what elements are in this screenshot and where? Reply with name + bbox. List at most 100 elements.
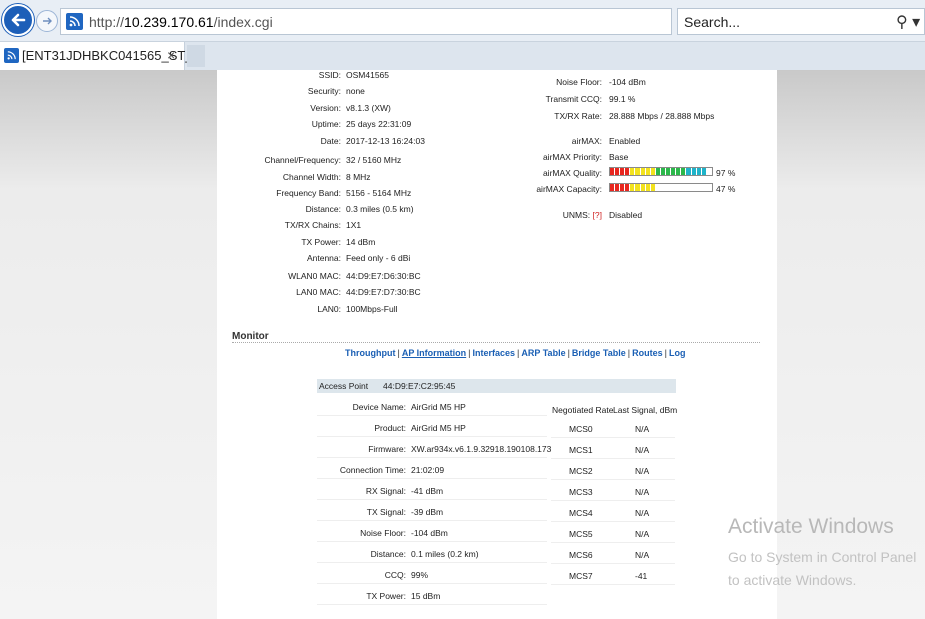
ap-row-label: Distance: — [370, 549, 406, 559]
ap-row-value: -104 dBm — [411, 528, 448, 538]
status-label: TX/RX Chains: — [284, 220, 341, 230]
rate-header-negotiated: Negotiated Rate — [552, 405, 614, 415]
ap-row-label: Device Name: — [352, 402, 406, 412]
activate-windows-title: Activate Windows — [728, 515, 894, 538]
transmit-ccq-label: Transmit CCQ: — [545, 94, 602, 104]
status-value: 44:D9:E7:D6:30:BC — [346, 271, 421, 281]
noise-floor-value: -104 dBm — [609, 77, 646, 87]
monitor-link-log[interactable]: Log — [669, 348, 686, 358]
status-value: 2017-12-13 16:24:03 — [346, 136, 425, 146]
rate-name: MCS4 — [569, 508, 593, 518]
rate-name: MCS5 — [569, 529, 593, 539]
nav-separator: | — [627, 348, 631, 358]
status-label: TX Power: — [301, 237, 341, 247]
rate-signal: N/A — [635, 487, 650, 497]
activate-windows-subtitle: Go to System in Control Panel to activat… — [728, 549, 917, 588]
ap-row-value: 15 dBm — [411, 591, 441, 601]
airmax-priority-label: airMAX Priority: — [542, 152, 602, 162]
airmax-capacity-bar — [609, 183, 713, 192]
status-label: SSID: — [318, 70, 341, 80]
rate-name: MCS1 — [569, 445, 593, 455]
search-icon[interactable]: ⚲ ▾ — [896, 12, 920, 32]
status-content: SSID: OSM41565 Security: none Version: v8.1.3… — [217, 70, 777, 619]
bar-segment — [707, 168, 712, 175]
nav-separator: | — [397, 348, 400, 358]
status-value: 5156 - 5164 MHz — [346, 188, 412, 198]
ap-row-label: Firmware: — [368, 444, 406, 454]
ap-header-label: Access Point — [319, 381, 369, 391]
status-label: WLAN0 MAC: — [288, 271, 341, 281]
ap-row-value: 21:02:09 — [411, 465, 445, 475]
rate-header-signal: Last Signal, dBm — [613, 405, 678, 415]
status-label: Channel Width: — [282, 172, 341, 182]
airmax-quality-label: airMAX Quality: — [542, 168, 602, 178]
status-label: Distance: — [305, 204, 341, 214]
back-arrow-icon — [11, 13, 26, 27]
monitor-title: Monitor — [232, 331, 269, 342]
forward-button[interactable] — [36, 10, 58, 32]
airmax-capacity-value: 47 % — [716, 184, 736, 194]
ap-row-label: TX Power: — [366, 591, 406, 601]
status-value: v8.1.3 (XW) — [346, 103, 391, 113]
status-value: Feed only - 6 dBi — [346, 253, 411, 263]
monitor-link-arp-table[interactable]: ARP Table — [521, 348, 565, 358]
ap-row-label: TX Signal: — [366, 507, 406, 517]
monitor-link-ap-information[interactable]: AP Information — [402, 348, 466, 358]
tab-favicon-icon — [4, 48, 19, 63]
status-label: Security: — [307, 86, 341, 96]
nav-separator: | — [468, 348, 471, 358]
new-tab-button[interactable] — [187, 45, 205, 67]
status-value: 32 / 5160 MHz — [346, 155, 402, 165]
rate-signal: N/A — [635, 508, 650, 518]
url-host: 10.239.170.61 — [124, 14, 214, 30]
status-value: 14 dBm — [346, 237, 376, 247]
status-label: Version: — [310, 103, 341, 113]
rate-name: MCS2 — [569, 466, 593, 476]
airmax-priority-value: Base — [609, 152, 629, 162]
status-value: none — [346, 86, 365, 96]
nav-separator: | — [567, 348, 570, 358]
status-value: 1X1 — [346, 220, 362, 230]
unms-help-link[interactable]: [?] — [593, 210, 602, 220]
url-text: http://10.239.170.61/index.cgi — [89, 14, 273, 30]
rate-signal: N/A — [635, 466, 650, 476]
rate-name: MCS6 — [569, 550, 593, 560]
tab-close-icon[interactable]: × — [167, 47, 175, 63]
unms-label: UNMS: [?] — [563, 210, 602, 220]
tab-active[interactable]: [ENT31JDHBKC041565_ST_... × — [0, 42, 203, 70]
status-label: LAN0: — [317, 304, 341, 314]
ap-row-value: 0.1 miles (0.2 km) — [411, 549, 479, 559]
status-label: Uptime: — [311, 119, 341, 129]
status-label: Date: — [320, 136, 341, 146]
status-value: OSM41565 — [346, 70, 389, 80]
search-box[interactable]: Search... ⚲ ▾ — [677, 8, 925, 35]
rate-name: MCS7 — [569, 571, 593, 581]
monitor-link-throughput[interactable]: Throughput — [345, 348, 395, 358]
back-button[interactable] — [2, 4, 34, 36]
noise-floor-label: Noise Floor: — [556, 77, 602, 87]
status-label: Frequency Band: — [276, 188, 341, 198]
url-prefix: http:// — [89, 14, 125, 30]
site-favicon-icon — [66, 13, 83, 30]
rate-name: MCS3 — [569, 487, 593, 497]
monitor-link-interfaces[interactable]: Interfaces — [473, 348, 516, 358]
ap-row-value: -39 dBm — [411, 507, 444, 517]
address-bar[interactable]: http://10.239.170.61/index.cgi ▼ ↻ — [60, 8, 727, 38]
rate-signal: N/A — [635, 445, 650, 455]
search-placeholder: Search... — [684, 14, 741, 30]
airmax-label: airMAX: — [571, 136, 602, 146]
monitor-link-routes[interactable]: Routes — [632, 348, 663, 358]
rate-signal: N/A — [635, 529, 650, 539]
forward-arrow-icon — [43, 17, 52, 25]
transmit-ccq-value: 99.1 % — [609, 94, 636, 104]
ap-row-label: Connection Time: — [339, 465, 406, 475]
rate-name: MCS0 — [569, 424, 593, 434]
ap-row-label: Product: — [374, 423, 406, 433]
airmax-quality-value: 97 % — [716, 168, 736, 178]
status-label: Channel/Frequency: — [264, 155, 341, 165]
ap-row-label: RX Signal: — [365, 486, 406, 496]
bar-segment — [707, 184, 712, 191]
monitor-link-bridge-table[interactable]: Bridge Table — [572, 348, 626, 358]
url-path: /index.cgi — [213, 14, 273, 30]
status-value: 100Mbps-Full — [346, 304, 398, 314]
